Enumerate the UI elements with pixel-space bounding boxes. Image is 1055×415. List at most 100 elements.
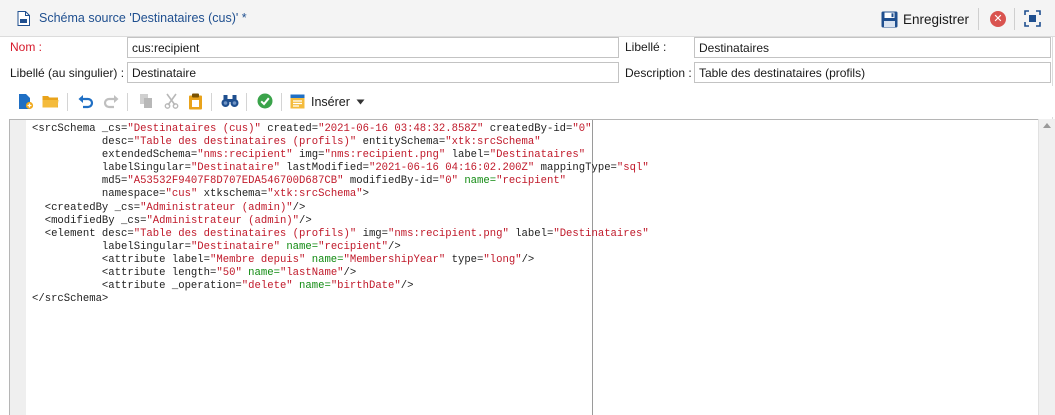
xml-markup: <srcSchema _cs=: [32, 123, 128, 135]
xml-markup: extendedSchema=: [32, 149, 198, 162]
new-file-button[interactable]: [16, 92, 34, 110]
open-folder-button[interactable]: [41, 92, 59, 110]
xml-source-code[interactable]: <srcSchema _cs="Destinataires (cus)" cre…: [32, 123, 649, 306]
label-field[interactable]: Destinataires: [694, 37, 1051, 58]
singular-label-field[interactable]: Destinataire: [127, 62, 619, 83]
xml-markup: />: [388, 240, 401, 253]
xml-attribute-value: "recipient": [318, 240, 389, 253]
xml-attribute-value: "cus": [165, 188, 198, 201]
check-circle-icon: [257, 93, 273, 109]
xml-name-attribute: name=: [286, 240, 319, 253]
xml-markup: />: [521, 253, 535, 266]
floppy-disk-icon: [881, 11, 898, 28]
toolbar-separator: [211, 93, 212, 111]
paste-button[interactable]: [186, 92, 204, 110]
toolbar-separator: [978, 8, 979, 30]
code-line: <attribute length="50" name="lastName"/>: [32, 267, 649, 280]
code-line: </srcSchema>: [32, 293, 649, 306]
xml-markup: entitySchema=: [356, 136, 446, 149]
xml-markup: >: [362, 188, 369, 201]
xml-markup: <element desc=: [32, 227, 134, 240]
chevron-down-icon: [356, 99, 365, 104]
xml-markup: />: [343, 267, 357, 280]
toolbar-separator: [127, 93, 128, 111]
description-field[interactable]: Table des destinataires (profils): [694, 62, 1051, 83]
close-button[interactable]: ✕: [990, 11, 1006, 27]
xml-markup: label=: [508, 227, 554, 240]
singular-label-label: Libellé (au singulier) :: [10, 66, 125, 80]
xml-attribute-value: "Table des destinataires (profils)": [133, 136, 357, 149]
xml-markup: modifiedBy-id=: [343, 175, 439, 188]
redo-icon: [103, 94, 119, 108]
redo-button[interactable]: [102, 92, 120, 110]
xml-attribute-value: "xtk:srcSchema": [445, 136, 541, 149]
xml-attribute-value: "Membre depuis": [210, 253, 306, 266]
find-button[interactable]: [221, 92, 239, 110]
xml-name-attribute: name=: [311, 253, 344, 266]
xml-markup: createdBy-id=: [483, 123, 573, 135]
xml-attribute-value: "0": [572, 123, 592, 135]
maximize-icon[interactable]: [1024, 10, 1041, 27]
xml-markup: label=: [445, 149, 490, 162]
xml-attribute-value: "Destinataires": [489, 149, 586, 162]
xml-markup: labelSingular=: [32, 162, 191, 175]
xml-attribute-value: "recipient": [496, 175, 567, 188]
xml-markup: <modifiedBy _cs=: [32, 214, 147, 227]
xml-name-attribute: name=: [299, 280, 331, 293]
scroll-up-arrow-icon[interactable]: [1043, 123, 1051, 128]
code-line: <attribute label="Membre depuis" name="M…: [32, 254, 649, 267]
xml-attribute-value: "delete": [241, 280, 293, 293]
toolbar-separator: [246, 93, 247, 111]
name-field[interactable]: cus:recipient: [127, 37, 619, 58]
xml-markup: </srcSchema>: [32, 293, 109, 306]
validate-button[interactable]: [256, 92, 274, 110]
xml-attribute-value: "xtk:srcSchema": [267, 188, 363, 201]
xml-markup: <attribute length=: [32, 267, 217, 280]
xml-markup: img=: [356, 227, 389, 240]
xml-name-attribute: name=: [464, 175, 497, 188]
xml-attribute-value: "Destinataires": [553, 227, 649, 240]
copy-button[interactable]: [137, 92, 155, 110]
scissors-icon: [164, 93, 178, 109]
xml-attribute-value: "Administrateur (admin)": [140, 201, 293, 214]
new-file-icon: [18, 93, 33, 109]
xml-attribute-value: "2021-06-16 04:16:02.200Z": [368, 162, 535, 175]
xml-markup: desc=: [32, 136, 134, 149]
editor-vertical-scrollbar[interactable]: [1038, 119, 1055, 415]
copy-icon: [139, 94, 152, 108]
xml-markup: mappingType=: [534, 162, 617, 175]
xml-markup: labelSingular=: [32, 240, 191, 253]
xml-attribute-value: "A53532F9407F8D707EDA546700D687CB": [127, 175, 344, 188]
code-line: desc="Table des destinataires (profils)"…: [32, 136, 649, 149]
cut-button[interactable]: [162, 92, 180, 110]
undo-button[interactable]: [77, 92, 95, 110]
xml-markup: xtkschema=: [197, 188, 268, 201]
code-line: labelSingular="Destinataire" name="recip…: [32, 241, 649, 254]
xml-code-editor[interactable]: <srcSchema _cs="Destinataires (cus)" cre…: [9, 119, 1039, 415]
editor-toolbar: Insérer: [0, 86, 1055, 117]
code-line: namespace="cus" xtkschema="xtk:srcSchema…: [32, 188, 649, 201]
xml-markup: <createdBy _cs=: [32, 201, 141, 214]
binoculars-icon: [221, 95, 239, 107]
window-title: Schéma source 'Destinataires (cus)' *: [39, 11, 247, 25]
xml-attribute-value: "nms:recipient": [197, 149, 293, 162]
schema-document-icon: [17, 11, 30, 26]
xml-attribute-value: "lastName": [279, 267, 344, 280]
xml-attribute-value: "nms:recipient.png": [324, 149, 446, 162]
insert-menu-button[interactable]: Insérer: [290, 92, 365, 111]
toolbar-separator: [281, 93, 282, 111]
save-button[interactable]: Enregistrer: [881, 10, 969, 29]
undo-icon: [78, 94, 94, 108]
save-button-label: Enregistrer: [903, 12, 970, 27]
xml-attribute-value: "Table des destinataires (profils)": [133, 227, 357, 240]
clipboard-icon: [188, 93, 202, 109]
xml-attribute-value: "sql": [616, 162, 649, 175]
editor-gutter: [10, 120, 26, 415]
xml-markup: namespace=: [32, 188, 166, 201]
xml-attribute-value: "2021-06-16 03:48:32.858Z": [318, 123, 484, 135]
name-label: Nom :: [10, 40, 43, 54]
window-titlebar: Schéma source 'Destinataires (cus)' * En…: [0, 0, 1055, 37]
toolbar-separator: [67, 93, 68, 111]
code-line: extendedSchema="nms:recipient" img="nms:…: [32, 149, 649, 162]
xml-attribute-value: "birthDate": [330, 280, 401, 293]
